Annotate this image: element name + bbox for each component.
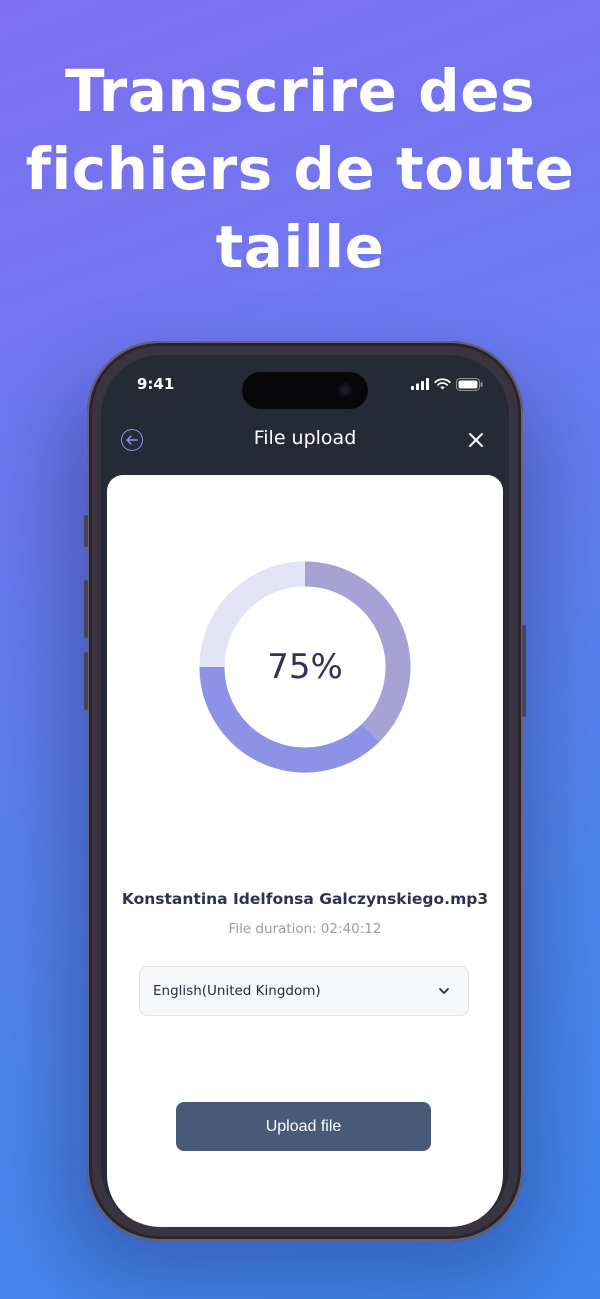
status-bar: 9:41	[101, 355, 509, 413]
phone-mute-switch	[84, 515, 88, 547]
duration-label: File duration:	[228, 921, 317, 937]
page-title: File upload	[253, 427, 357, 449]
phone-volume-up	[84, 580, 88, 638]
headline-line-2: fichiers de toute	[25, 135, 575, 203]
language-select[interactable]: English(United Kingdom)	[139, 966, 469, 1016]
headline: Transcrire des fichiers de toute taille	[0, 52, 600, 286]
duration-value: 02:40:12	[320, 921, 382, 937]
language-selected: English(United Kingdom)	[153, 983, 321, 999]
file-duration: File duration: 02:40:12	[107, 921, 503, 937]
upload-card: 75% Konstantina Idelfonsa Galczynskiego.…	[107, 475, 503, 1227]
nav-bar: File upload	[101, 417, 509, 467]
headline-line-3: taille	[215, 213, 385, 281]
progress-donut: 75%	[197, 559, 413, 775]
camera-icon	[338, 383, 352, 397]
dynamic-island	[242, 372, 368, 409]
phone-volume-down	[84, 652, 88, 710]
battery-icon	[456, 377, 483, 391]
status-icons	[411, 377, 483, 391]
progress-label: 75%	[267, 647, 343, 687]
status-time: 9:41	[137, 375, 175, 393]
headline-line-1: Transcrire des	[64, 57, 536, 125]
chevron-down-icon	[439, 988, 449, 994]
close-icon[interactable]	[467, 431, 485, 449]
file-name: Konstantina Idelfonsa Galczynskiego.mp3	[121, 890, 489, 908]
wifi-icon	[434, 378, 451, 390]
phone-screen: 9:41 File upload 75% Konstantina Idelfon…	[101, 355, 509, 1227]
phone-power-button	[522, 625, 526, 717]
upload-file-button[interactable]: Upload file	[176, 1102, 431, 1151]
signal-icon	[411, 378, 429, 390]
